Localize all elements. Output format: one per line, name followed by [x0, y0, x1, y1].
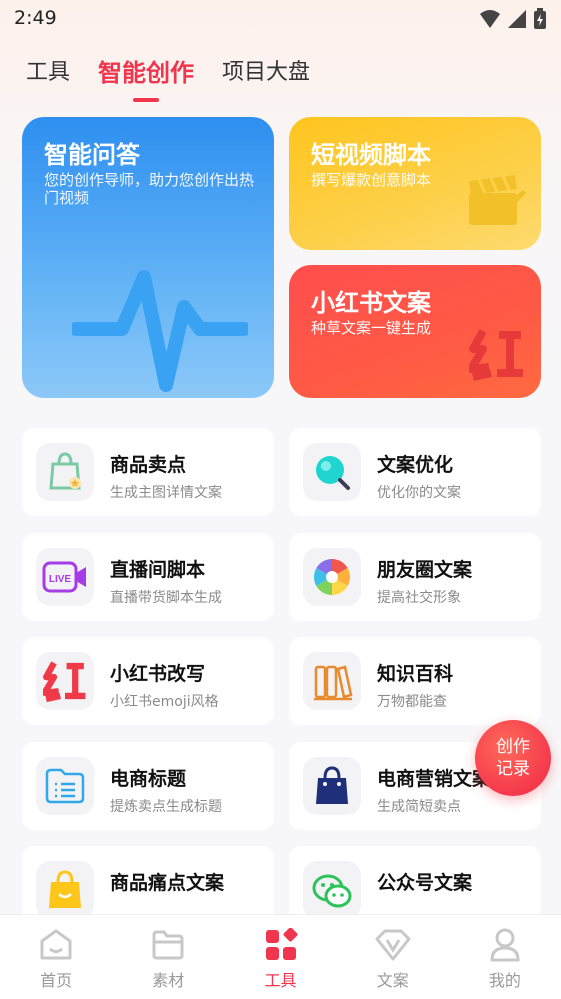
tab-smart-creation[interactable]: 智能创作 — [98, 56, 195, 102]
hong-character-icon — [469, 329, 523, 381]
hong-character-icon — [36, 652, 94, 710]
nav-home[interactable]: 首页 — [0, 915, 112, 999]
card-short-video-script[interactable]: 短视频脚本 撰写爆款创意脚本 — [289, 117, 541, 250]
nav-profile[interactable]: 我的 — [449, 915, 561, 999]
books-icon — [303, 652, 361, 710]
card-title: 智能问答 — [44, 141, 140, 169]
tool-name: 公众号文案 — [377, 872, 473, 894]
magnifier-icon — [303, 443, 361, 501]
tool-desc: 生成简短卖点 — [377, 799, 461, 815]
nav-label: 我的 — [488, 971, 521, 990]
card-smart-qa[interactable]: 智能问答 您的创作导师，助力您创作出热门视频 — [22, 117, 274, 398]
nav-materials[interactable]: 素材 — [112, 915, 224, 999]
tool-name: 商品痛点文案 — [110, 872, 225, 894]
tool-live-script[interactable]: LIVE 直播间脚本 直播带货脚本生成 — [22, 533, 274, 621]
fab-line1: 创作 — [496, 737, 530, 757]
live-camera-icon: LIVE — [36, 548, 94, 606]
nav-copy[interactable]: 文案 — [337, 915, 449, 999]
tool-ecommerce-title[interactable]: 电商标题 提炼卖点生成标题 — [22, 742, 274, 830]
tools-grid-icon — [263, 927, 299, 963]
tool-desc: 万物都能查 — [377, 694, 447, 710]
tool-product-selling-points[interactable]: 商品卖点 生成主图详情文案 — [22, 428, 274, 516]
nav-tools[interactable]: 工具 — [224, 915, 336, 999]
tool-name: 电商标题 — [110, 768, 187, 790]
tab-project-dashboard[interactable]: 项目大盘 — [222, 56, 310, 90]
card-title: 小红书文案 — [311, 289, 431, 317]
tool-name: 直播间脚本 — [110, 559, 206, 581]
shopping-bag-icon — [303, 757, 361, 815]
tool-desc: 优化你的文案 — [377, 485, 461, 501]
bottom-nav: 首页 素材 工具 文案 我的 — [0, 914, 561, 999]
card-subtitle: 种草文案一键生成 — [311, 319, 432, 337]
tool-desc: 小红书emoji风格 — [110, 694, 219, 710]
tool-moments-copy[interactable]: 朋友圈文案 提高社交形象 — [289, 533, 541, 621]
tool-name: 文案优化 — [377, 454, 454, 476]
status-time: 2:49 — [14, 7, 57, 29]
tab-active-indicator — [133, 98, 160, 102]
wechat-icon — [303, 861, 361, 919]
status-bar: 2:49 — [0, 0, 561, 38]
copy-v-icon — [375, 927, 411, 963]
tool-name: 商品卖点 — [110, 454, 187, 476]
status-icons — [479, 8, 547, 30]
waveform-icon — [72, 270, 248, 392]
tool-desc: 直播带货脚本生成 — [110, 590, 222, 606]
tool-name: 朋友圈文案 — [377, 559, 473, 581]
tool-desc: 生成主图详情文案 — [110, 485, 222, 501]
card-title: 短视频脚本 — [311, 141, 431, 169]
folder-list-icon — [36, 757, 94, 815]
tab-smart-creation-label: 智能创作 — [98, 59, 195, 87]
battery-icon — [534, 8, 546, 29]
creation-record-button[interactable]: 创作 记录 — [475, 720, 551, 796]
nav-label: 文案 — [376, 971, 409, 990]
person-icon — [487, 927, 523, 963]
card-subtitle: 撰写爆款创意脚本 — [311, 171, 432, 189]
yellow-bag-icon — [36, 861, 94, 919]
tool-name: 电商营销文案 — [377, 768, 492, 790]
card-xiaohongshu-copy[interactable]: 小红书文案 种草文案一键生成 — [289, 265, 541, 398]
nav-label: 素材 — [152, 971, 185, 990]
tool-knowledge-wiki[interactable]: 知识百科 万物都能查 — [289, 637, 541, 725]
svg-text:LIVE: LIVE — [49, 574, 72, 585]
clapperboard-icon — [469, 175, 526, 225]
fab-line2: 记录 — [496, 759, 530, 779]
wifi-icon — [480, 10, 500, 28]
signal-icon — [508, 10, 526, 28]
tool-desc: 提高社交形象 — [377, 590, 461, 606]
top-tabs: 工具 智能创作 项目大盘 — [26, 56, 338, 102]
tool-copy-optimize[interactable]: 文案优化 优化你的文案 — [289, 428, 541, 516]
tool-xiaohongshu-rewrite[interactable]: 小红书改写 小红书emoji风格 — [22, 637, 274, 725]
tab-tools[interactable]: 工具 — [26, 56, 70, 90]
shopping-bag-star-icon — [36, 443, 94, 501]
tool-name: 知识百科 — [377, 663, 454, 685]
aperture-icon — [303, 548, 361, 606]
folder-icon — [150, 927, 186, 963]
card-subtitle: 您的创作导师，助力您创作出热门视频 — [44, 171, 255, 207]
home-icon — [38, 927, 74, 963]
nav-label: 工具 — [264, 971, 297, 990]
tool-name: 小红书改写 — [110, 663, 206, 685]
nav-label: 首页 — [40, 971, 73, 990]
tool-desc: 提炼卖点生成标题 — [110, 799, 222, 815]
